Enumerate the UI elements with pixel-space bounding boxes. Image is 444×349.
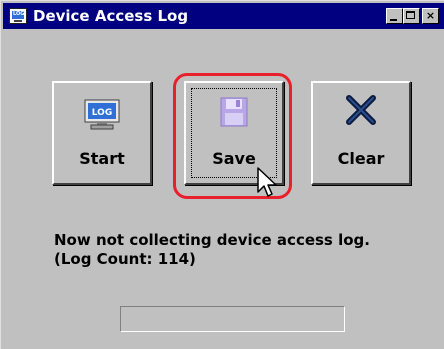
clear-label: Clear <box>337 149 385 168</box>
minimize-button[interactable] <box>386 8 403 24</box>
progress-bar <box>120 306 345 332</box>
clear-button[interactable]: Clear <box>311 81 411 185</box>
log-monitor-icon: LOG <box>84 99 120 130</box>
mouse-cursor-icon <box>257 167 277 197</box>
start-label: Start <box>79 149 125 168</box>
maximize-button[interactable] <box>403 8 420 24</box>
x-mark-icon <box>346 95 376 125</box>
start-button[interactable]: LOG Start <box>52 81 152 185</box>
svg-text:LOG: LOG <box>92 108 112 118</box>
close-button[interactable]: × <box>422 8 439 24</box>
close-icon: × <box>425 9 436 22</box>
device-access-log-window: LOG Device Access Log × LOG Start Save C… <box>0 0 444 349</box>
status-message: Now not collecting device access log. (L… <box>54 231 370 269</box>
window-title: Device Access Log <box>33 7 189 25</box>
status-line-1: Now not collecting device access log. <box>54 231 370 249</box>
title-bar[interactable]: LOG Device Access Log × <box>3 3 444 29</box>
app-log-icon[interactable]: LOG <box>9 8 27 24</box>
status-line-2: (Log Count: 114) <box>54 250 196 268</box>
